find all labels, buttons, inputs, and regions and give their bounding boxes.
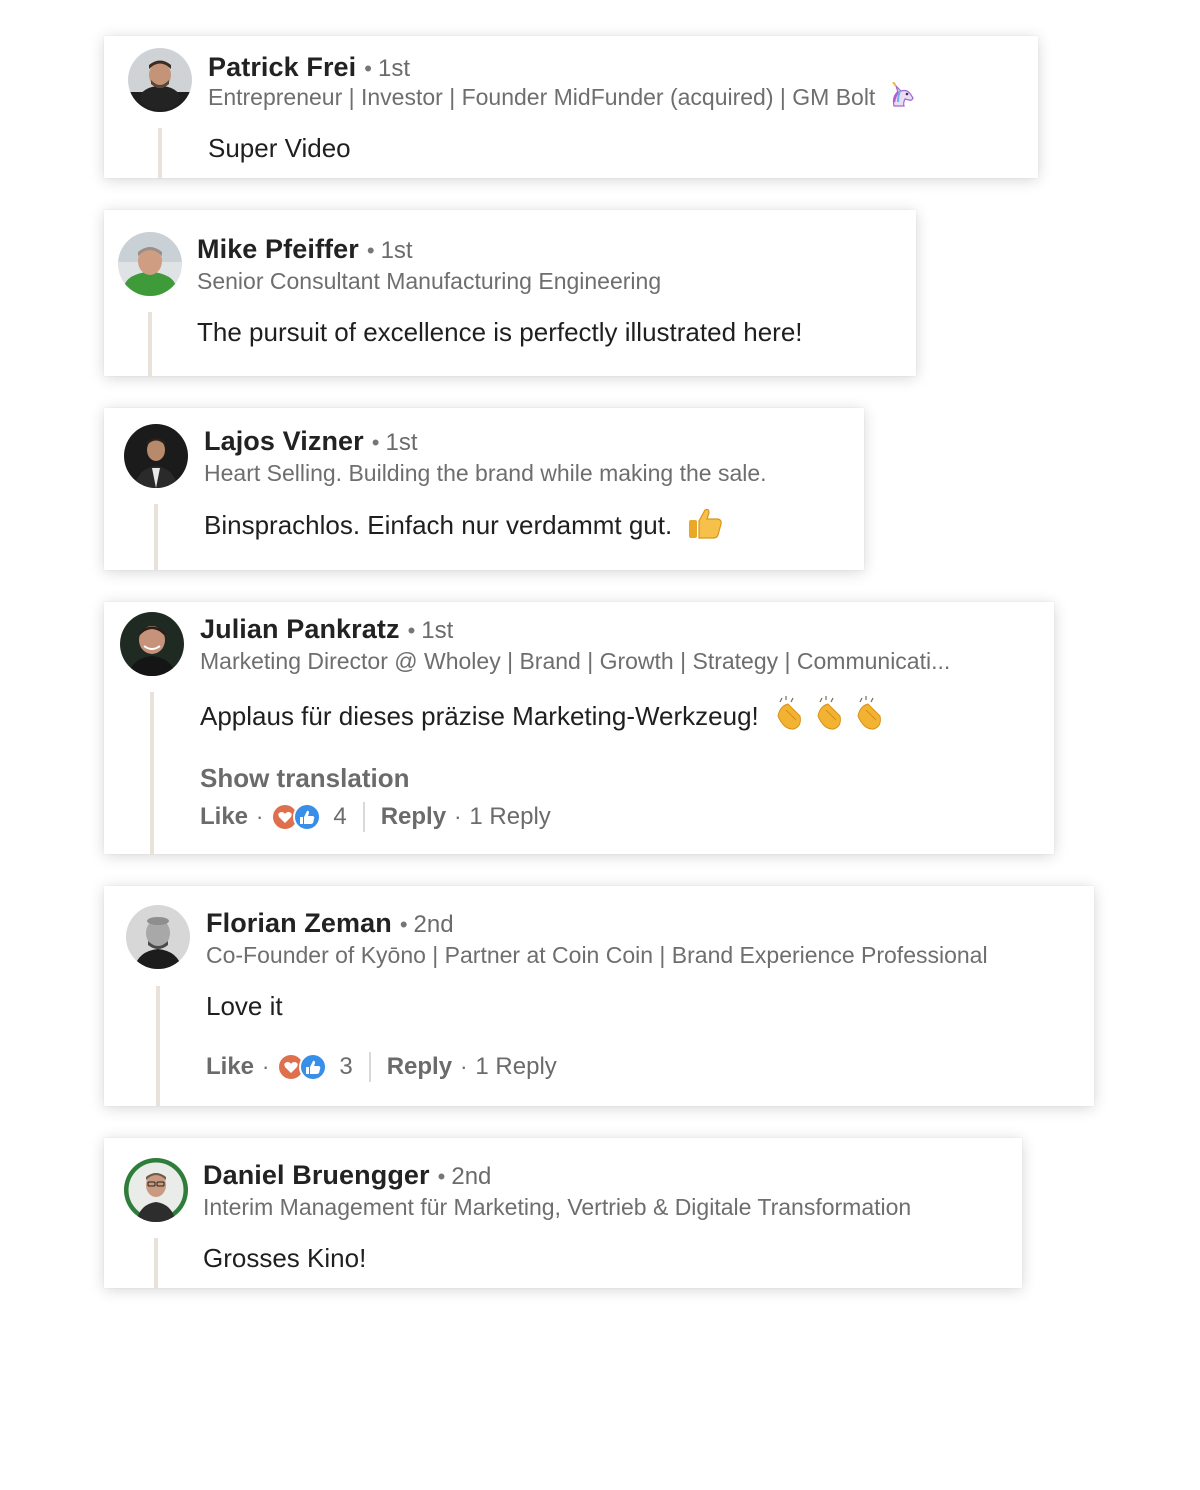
- avatar[interactable]: [124, 424, 188, 488]
- author-headline: Marketing Director @ Wholey | Brand | Gr…: [200, 648, 951, 674]
- reply-count-link[interactable]: 1 Reply: [475, 1053, 556, 1081]
- action-separator: ·: [454, 804, 462, 829]
- author-headline: Co-Founder of Kyōno | Partner at Coin Co…: [206, 942, 988, 968]
- comment-text: Grosses Kino!: [203, 1243, 367, 1273]
- avatar[interactable]: [118, 232, 182, 296]
- connection-degree: 1st: [421, 617, 454, 644]
- thread-line: [158, 128, 162, 178]
- avatar[interactable]: [128, 48, 192, 112]
- unicorn-icon: [888, 81, 916, 115]
- reply-button[interactable]: Reply: [387, 1053, 452, 1081]
- reply-count-link[interactable]: 1 Reply: [469, 803, 550, 831]
- comment-text: Applaus für dieses präzise Marketing-Wer…: [200, 696, 900, 740]
- thread-line: [150, 692, 154, 854]
- comment-text: Love it: [206, 991, 283, 1021]
- comment-card: Lajos Vizner • 1st Heart Selling. Building…: [104, 408, 864, 570]
- comment-actions: Like · 4 Reply · 1 Reply: [200, 800, 551, 834]
- connection-degree: 2nd: [413, 911, 454, 938]
- author-name[interactable]: Daniel Bruengger: [203, 1160, 430, 1190]
- like-button[interactable]: Like: [206, 1053, 254, 1081]
- author-name[interactable]: Patrick Frei: [208, 52, 356, 82]
- reaction-count: 3: [339, 1053, 353, 1080]
- comment-text-content: Binsprachlos. Einfach nur verdammt gut.: [204, 509, 673, 540]
- reactions-summary[interactable]: 4: [271, 802, 347, 832]
- connection-degree: 1st: [380, 237, 413, 264]
- action-separator: ·: [256, 804, 264, 829]
- author-name[interactable]: Lajos Vizner: [204, 426, 364, 456]
- connection-degree: 1st: [377, 55, 410, 82]
- show-translation-button[interactable]: Show translation: [200, 762, 409, 794]
- connection-degree: 1st: [385, 429, 418, 456]
- thumbs-up-icon: [687, 506, 723, 548]
- reactions-summary[interactable]: 3: [277, 1052, 353, 1082]
- avatar[interactable]: [124, 1158, 188, 1222]
- reaction-icons: [271, 803, 322, 831]
- comment-actions: Like · 3 Reply · 1 Reply: [206, 1050, 557, 1084]
- separator-dot: •: [371, 430, 380, 455]
- comment-text: The pursuit of excellence is perfectly i…: [197, 317, 803, 347]
- comment-card: Patrick Frei • 1st Entrepreneur | Investor…: [104, 36, 1038, 178]
- author-headline: Heart Selling. Building the brand while …: [204, 460, 767, 486]
- reply-button[interactable]: Reply: [381, 803, 446, 831]
- author-headline: Entrepreneur | Investor | Founder MidFun…: [208, 81, 916, 115]
- author-headline: Senior Consultant Manufacturing Engineer…: [197, 268, 662, 294]
- action-separator: ·: [262, 1054, 270, 1079]
- clapping-hands-icon: [774, 696, 900, 740]
- comment-text-content: Applaus für dieses präzise Marketing-Wer…: [200, 700, 759, 731]
- separator-dot: •: [437, 1164, 446, 1189]
- thread-line: [154, 1238, 158, 1288]
- avatar[interactable]: [126, 905, 190, 969]
- comment-card: Mike Pfeiffer • 1st Senior Consultant Manu…: [104, 210, 916, 376]
- comment-card: Daniel Bruengger • 2nd Interim Management …: [104, 1138, 1022, 1288]
- like-button[interactable]: Like: [200, 803, 248, 831]
- thread-line: [154, 504, 158, 570]
- comment-header: Mike Pfeiffer • 1st: [197, 234, 413, 269]
- comment-header: Julian Pankratz • 1st: [200, 614, 453, 649]
- author-name[interactable]: Florian Zeman: [206, 908, 392, 938]
- action-separator: ·: [460, 1054, 468, 1079]
- separator-dot: •: [407, 618, 416, 643]
- author-name[interactable]: Julian Pankratz: [200, 614, 400, 644]
- comment-header: Daniel Bruengger • 2nd: [203, 1160, 491, 1195]
- comment-card: Florian Zeman • 2nd Co-Founder of Kyōno | …: [104, 886, 1094, 1106]
- comment-text: Binsprachlos. Einfach nur verdammt gut.: [204, 506, 723, 548]
- avatar[interactable]: [120, 612, 184, 676]
- separator-dot: •: [364, 56, 372, 81]
- comment-text: Super Video: [208, 133, 351, 163]
- divider: [368, 1052, 371, 1082]
- thread-line: [148, 312, 152, 376]
- connection-degree: 2nd: [451, 1163, 492, 1190]
- separator-dot: •: [399, 912, 408, 937]
- comment-card: Julian Pankratz • 1st Marketing Director @…: [104, 602, 1054, 854]
- thread-line: [156, 986, 160, 1106]
- separator-dot: •: [366, 238, 375, 263]
- reaction-count: 4: [333, 803, 347, 830]
- reaction-icons: [277, 1053, 328, 1081]
- headline-text: Entrepreneur | Investor | Founder MidFun…: [208, 84, 876, 110]
- comment-header: Florian Zeman • 2nd: [206, 908, 454, 943]
- author-headline: Interim Management für Marketing, Vertri…: [203, 1194, 912, 1220]
- author-name[interactable]: Mike Pfeiffer: [197, 234, 359, 264]
- comment-header: Lajos Vizner • 1st: [204, 426, 417, 461]
- divider: [362, 802, 365, 832]
